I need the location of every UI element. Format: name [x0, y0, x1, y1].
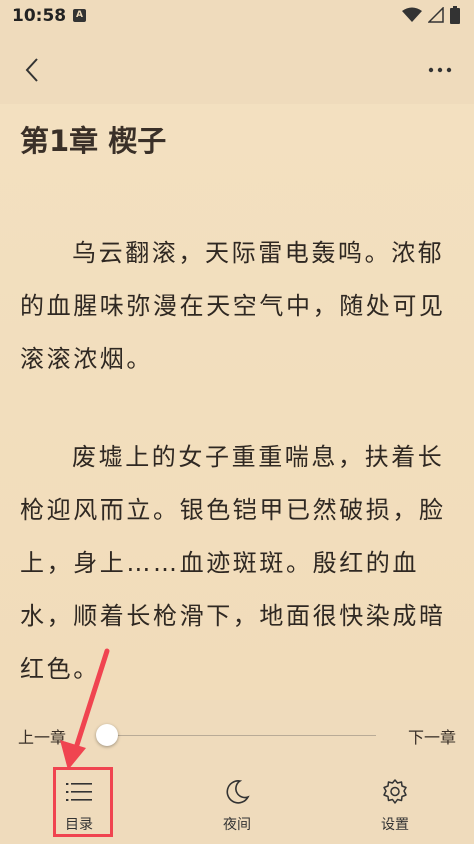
more-horizontal-icon [428, 67, 452, 73]
notification-badge: A [73, 9, 86, 22]
gear-icon [383, 779, 407, 804]
chapter-paragraph: 乌云翻滚，天际雷电轰鸣。浓郁的血腥味弥漫在天空气中，随处可见滚滚浓烟。 [20, 239, 446, 373]
night-label: 夜间 [223, 817, 251, 833]
reading-area[interactable]: 第1章 楔子 乌云翻滚，天际雷电轰鸣。浓郁的血腥味弥漫在天空气中，随处可见滚滚浓… [0, 104, 474, 700]
progress-slider-track[interactable] [104, 735, 376, 736]
settings-button[interactable]: 设置 [350, 764, 440, 844]
battery-icon [450, 6, 460, 24]
wifi-icon [402, 7, 422, 22]
night-mode-button[interactable]: 夜间 [192, 764, 282, 844]
top-bar [0, 34, 474, 104]
chevron-left-icon [25, 58, 38, 82]
status-bar: 10:58 A [0, 0, 474, 34]
status-time: 10:58 [12, 6, 67, 26]
chapter-title: 第1章 楔子 [20, 124, 167, 158]
next-chapter-button[interactable]: 下一章 [408, 724, 456, 748]
progress-slider-knob[interactable] [96, 724, 118, 746]
settings-label: 设置 [381, 817, 409, 833]
more-button[interactable] [422, 52, 458, 88]
prev-chapter-button[interactable]: 上一章 [18, 724, 66, 748]
status-icons [402, 6, 460, 24]
chapter-progress-bar: 上一章 下一章 [0, 700, 474, 764]
chapter-paragraph: 废墟上的女子重重喘息，扶着长枪迎风而立。银色铠甲已然破损，脸上，身上……血迹斑斑… [20, 443, 446, 683]
moon-icon [226, 780, 250, 804]
back-button[interactable] [14, 52, 50, 88]
signal-icon [428, 7, 444, 23]
highlight-box [53, 767, 113, 837]
